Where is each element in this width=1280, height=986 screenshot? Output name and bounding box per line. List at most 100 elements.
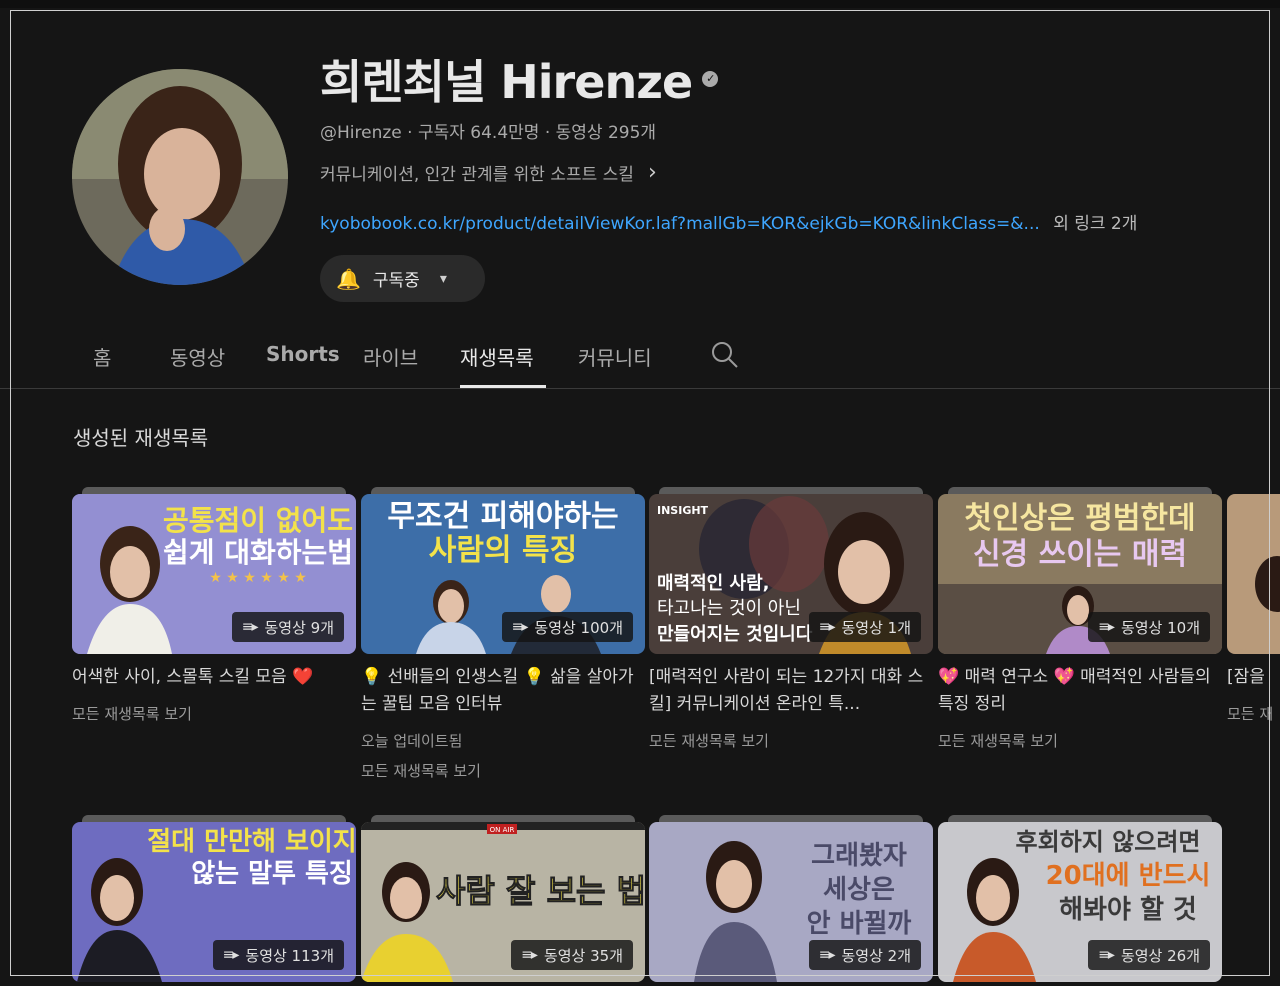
playlist-card[interactable]: 그래봤자 세상은 안 바뀔까 ≡▸ 동영상 2개 bbox=[649, 815, 933, 982]
bell-icon: 🔔 bbox=[336, 266, 361, 291]
badge-label: 동영상 10개 bbox=[1120, 618, 1200, 637]
subscribe-label: 구독중 bbox=[372, 271, 420, 291]
channel-links: kyobobook.co.kr/product/detailViewKor.la… bbox=[320, 209, 1137, 234]
playlist-thumbnail[interactable]: 공통점이 없어도 쉽게 대화하는법 ★ ★ ★ ★ ★ ★ ≡▸ 동영상 9개 bbox=[72, 487, 356, 654]
playlist-thumbnail[interactable] bbox=[1227, 494, 1280, 654]
video-count: 동영상 295개 bbox=[555, 123, 657, 143]
meta-separator: · bbox=[544, 123, 556, 143]
playlist-thumbnail[interactable]: 후회하지 않으려면 20대에 반드시 해봐야 할 것 ≡▸ 동영상 26개 bbox=[938, 815, 1222, 982]
subscriber-count: 구독자 64.4만명 bbox=[417, 123, 540, 143]
thumbnail-text: 공통점이 없어도 bbox=[163, 504, 353, 537]
tabs-divider bbox=[0, 388, 1280, 389]
thumbnail-text: 신경 쓰이는 매력 bbox=[973, 537, 1187, 572]
chevron-right-icon: › bbox=[647, 160, 657, 185]
verified-icon: ✓ bbox=[702, 71, 719, 87]
tab-community[interactable]: 커뮤니티 bbox=[578, 330, 670, 388]
badge-label: 동영상 100개 bbox=[534, 618, 623, 637]
playlist-title[interactable]: 💡 선배들의 인생스킬 💡 삶을 살아가는 꿀팁 모음 인터뷰 bbox=[361, 664, 645, 718]
search-icon[interactable] bbox=[710, 340, 740, 370]
tab-label: 커뮤니티 bbox=[578, 346, 652, 370]
thumbnail-text: 20대에 반드시 bbox=[1046, 861, 1211, 891]
thumbnail-text: 그래봤자 bbox=[811, 841, 907, 871]
playlist-card-partial[interactable]: [잠을 모든 재 bbox=[1227, 494, 1280, 729]
playlist-icon: ≡▸ bbox=[222, 947, 240, 963]
thumbnail-brand: INSIGHT bbox=[657, 504, 709, 517]
playlist-icon: ≡▸ bbox=[818, 619, 836, 635]
video-count-badge: ≡▸ 동영상 26개 bbox=[1088, 940, 1210, 970]
tab-shorts[interactable]: Shorts bbox=[266, 330, 363, 388]
badge-label: 동영상 2개 bbox=[841, 946, 911, 965]
tab-label: 재생목록 bbox=[460, 346, 534, 370]
badge-label: 동영상 35개 bbox=[543, 946, 623, 965]
svg-text:★ ★ ★ ★ ★ ★: ★ ★ ★ ★ ★ ★ bbox=[209, 570, 307, 586]
view-full-playlist[interactable]: 모든 재생목록 보기 bbox=[649, 726, 933, 756]
subscribed-button[interactable]: 🔔 구독중 ▾ bbox=[320, 255, 485, 302]
playlist-icon: ≡▸ bbox=[1098, 947, 1115, 963]
playlist-thumbnail[interactable]: ON AIR 사람 잘 보는 법 ≡▸ 동영상 35개 bbox=[361, 815, 645, 982]
channel-link[interactable]: kyobobook.co.kr/product/detailViewKor.la… bbox=[320, 214, 1040, 234]
more-links[interactable]: 외 링크 2개 bbox=[1053, 214, 1137, 234]
playlist-updated: 오늘 업데이트됨 bbox=[361, 732, 463, 750]
video-count-badge: ≡▸ 동영상 100개 bbox=[501, 612, 633, 642]
tab-label: 동영상 bbox=[170, 346, 226, 370]
playlist-thumbnail[interactable]: 그래봤자 세상은 안 바뀔까 ≡▸ 동영상 2개 bbox=[649, 815, 933, 982]
thumbnail-text: 타고나는 것이 아닌 bbox=[657, 598, 801, 619]
playlist-thumbnail[interactable]: 첫인상은 평범한데 신경 쓰이는 매력 ≡▸ 동영상 10개 bbox=[938, 487, 1222, 654]
thumbnail-text: 사람의 특징 bbox=[429, 533, 577, 568]
playlist-icon: ≡▸ bbox=[521, 947, 538, 963]
thumbnail-text: 않는 말투 특징 bbox=[191, 859, 353, 889]
playlist-card[interactable]: ON AIR 사람 잘 보는 법 ≡▸ 동영상 35개 bbox=[361, 815, 645, 982]
view-full-playlist[interactable]: 모든 재생목록 보기 bbox=[361, 756, 645, 786]
thumbnail-text: 절대 만만해 보이지 bbox=[147, 827, 356, 857]
playlist-thumbnail[interactable]: 절대 만만해 보이지 않는 말투 특징 ≡▸ 동영상 113개 bbox=[72, 815, 356, 982]
tab-videos[interactable]: 동영상 bbox=[170, 330, 266, 388]
on-air-tag: ON AIR bbox=[490, 826, 515, 834]
channel-description[interactable]: 커뮤니케이션, 인간 관계를 위한 소프트 스킬 › bbox=[320, 160, 657, 185]
view-full-playlist[interactable]: 모든 재 bbox=[1227, 699, 1280, 729]
playlist-card[interactable]: 무조건 피해야하는 사람의 특징 ≡▸ 동영상 100개 💡 선배들의 인생스킬… bbox=[361, 487, 645, 786]
channel-meta: @Hirenze · 구독자 64.4만명 · 동영상 295개 bbox=[320, 118, 656, 143]
playlist-title[interactable]: 💖 매력 연구소 💖 매력적인 사람들의 특징 정리 bbox=[938, 664, 1222, 718]
playlist-card[interactable]: 공통점이 없어도 쉽게 대화하는법 ★ ★ ★ ★ ★ ★ ≡▸ 동영상 9개 … bbox=[72, 487, 356, 729]
view-full-playlist[interactable]: 모든 재생목록 보기 bbox=[938, 726, 1222, 756]
playlist-thumbnail[interactable]: INSIGHT 매력적인 사람, 타고나는 것이 아닌 만들어지는 것입니다 ≡… bbox=[649, 487, 933, 654]
tab-label: 홈 bbox=[93, 346, 112, 370]
playlist-card[interactable]: 후회하지 않으려면 20대에 반드시 해봐야 할 것 ≡▸ 동영상 26개 bbox=[938, 815, 1222, 982]
playlist-card[interactable]: INSIGHT 매력적인 사람, 타고나는 것이 아닌 만들어지는 것입니다 ≡… bbox=[649, 487, 933, 756]
playlist-card[interactable]: 절대 만만해 보이지 않는 말투 특징 ≡▸ 동영상 113개 bbox=[72, 815, 356, 982]
playlist-title[interactable]: 어색한 사이, 스몰톡 스킬 모음 ❤️ bbox=[72, 664, 356, 691]
badge-label: 동영상 26개 bbox=[1120, 946, 1200, 965]
playlist-icon: ≡▸ bbox=[241, 619, 259, 635]
thumbnail-text: 해봐야 할 것 bbox=[1059, 895, 1197, 925]
tab-playlists[interactable]: 재생목록 bbox=[460, 330, 546, 388]
thumbnail-text: 세상은 bbox=[823, 875, 895, 905]
playlist-title[interactable]: [매력적인 사람이 되는 12가지 대화 스킬] 커뮤니케이션 온라인 특... bbox=[649, 664, 933, 718]
video-count-badge: ≡▸ 동영상 2개 bbox=[808, 940, 921, 970]
avatar-image bbox=[72, 69, 288, 285]
channel-avatar[interactable] bbox=[72, 69, 288, 285]
description-text: 커뮤니케이션, 인간 관계를 위한 소프트 스킬 bbox=[320, 165, 634, 185]
thumbnail-text: 후회하지 않으려면 bbox=[1016, 828, 1201, 856]
tab-live[interactable]: 라이브 bbox=[363, 330, 460, 388]
meta-separator: · bbox=[407, 123, 418, 143]
thumbnail-text: 첫인상은 평범한데 bbox=[964, 501, 1195, 536]
playlist-card[interactable]: 첫인상은 평범한데 신경 쓰이는 매력 ≡▸ 동영상 10개 💖 매력 연구소 … bbox=[938, 487, 1222, 756]
playlist-thumbnail[interactable]: 무조건 피해야하는 사람의 특징 ≡▸ 동영상 100개 bbox=[361, 487, 645, 654]
playlist-icon: ≡▸ bbox=[818, 947, 836, 963]
thumbnail-text: 안 바뀔까 bbox=[807, 909, 912, 939]
channel-name: 희렌최널 Hirenze bbox=[320, 55, 693, 109]
video-count-badge: ≡▸ 동영상 9개 bbox=[231, 612, 344, 642]
channel-tabs: 홈 동영상 Shorts 라이브 재생목록 커뮤니티 bbox=[72, 330, 670, 388]
badge-label: 동영상 1개 bbox=[841, 618, 911, 637]
thumbnail-text: 사람 잘 보는 법 bbox=[436, 872, 645, 910]
video-count-badge: ≡▸ 동영상 10개 bbox=[1088, 612, 1210, 642]
tab-home[interactable]: 홈 bbox=[72, 330, 170, 388]
badge-label: 동영상 9개 bbox=[264, 618, 334, 637]
thumbnail-text: 만들어지는 것입니다 bbox=[657, 623, 813, 645]
tab-label: Shorts bbox=[266, 342, 340, 366]
thumbnail-text: 매력적인 사람, bbox=[657, 573, 769, 594]
view-full-playlist[interactable]: 모든 재생목록 보기 bbox=[72, 699, 356, 729]
playlist-title[interactable]: [잠을 bbox=[1227, 664, 1280, 691]
playlist-icon: ≡▸ bbox=[511, 619, 529, 635]
thumbnail-text: 쉽게 대화하는법 bbox=[163, 536, 353, 569]
